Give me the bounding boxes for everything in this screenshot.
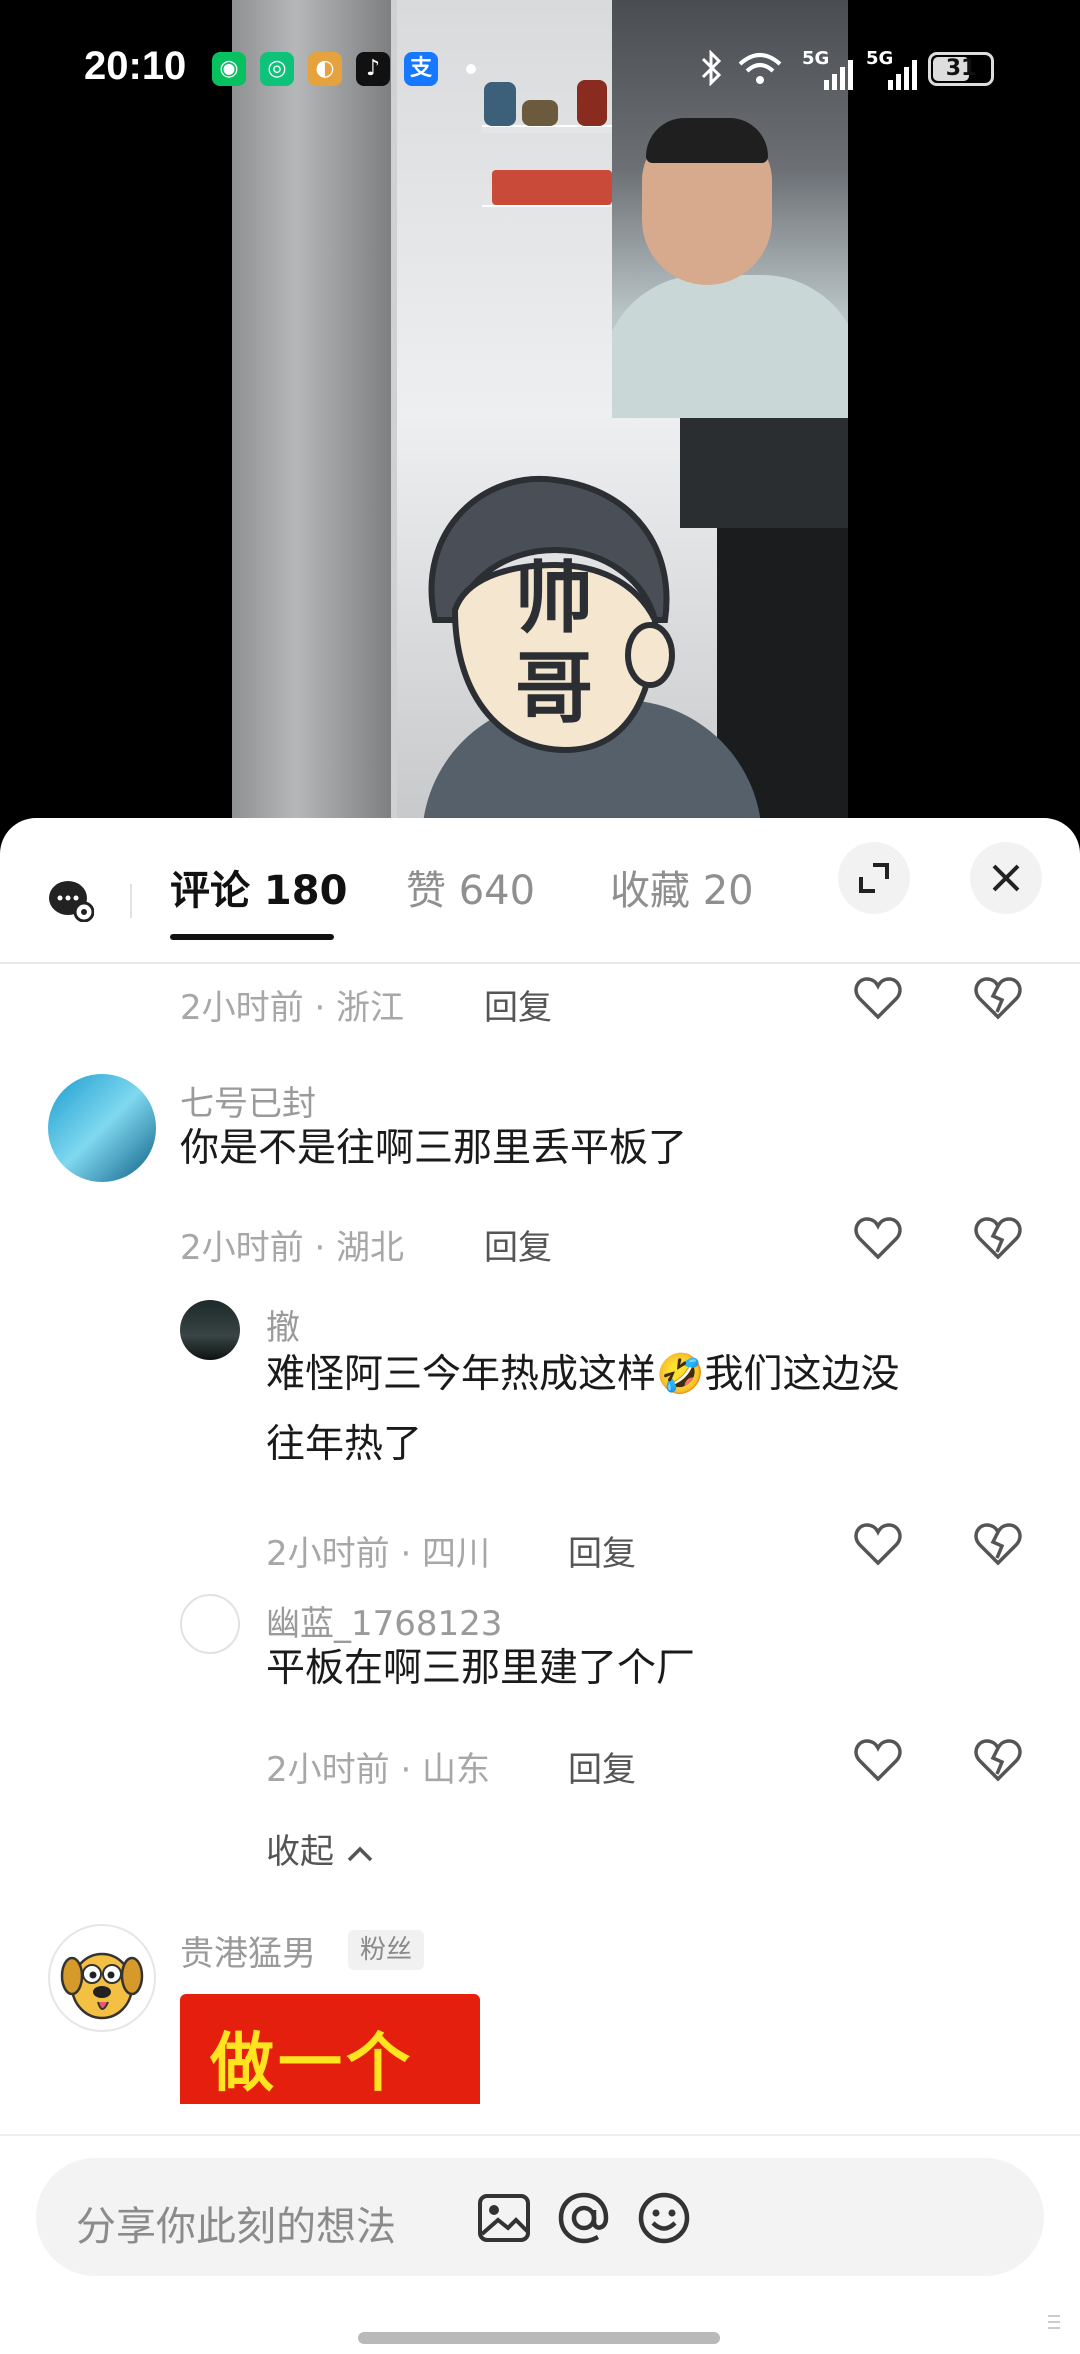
comment-input-placeholder: 分享你此刻的想法	[76, 2204, 396, 2250]
comment-input-bar: 分享你此刻的想法	[0, 2134, 1080, 2354]
bluetooth-icon	[701, 50, 722, 86]
wifi-icon	[738, 53, 782, 84]
sticker-text-2: 哥	[515, 644, 593, 734]
like-heart-icon[interactable]	[852, 1734, 904, 1786]
signal-icon	[888, 60, 917, 90]
expand-icon	[859, 863, 889, 893]
watermark-mark	[1048, 2315, 1060, 2329]
expand-button[interactable]	[838, 842, 910, 914]
reply-text-line2: 往年热了	[266, 1422, 423, 1467]
dislike-broken-heart-icon[interactable]	[972, 1212, 1024, 1264]
image-picker-icon[interactable]	[474, 2188, 534, 2248]
like-heart-icon[interactable]	[852, 972, 904, 1024]
tab-favorites[interactable]: 收藏 20	[610, 858, 754, 916]
tab-bar: 评论 180 赞 640 收藏 20	[0, 818, 1080, 964]
active-tab-indicator	[170, 934, 334, 940]
reply-meta: 2小时前 · 四川	[266, 1534, 491, 1574]
reply-text: 平板在啊三那里建了个厂	[266, 1646, 696, 1691]
reply-text-line1: 难怪阿三今年热成这样🤣我们这边没	[266, 1352, 900, 1397]
comment-list[interactable]: 2小时前 · 浙江 回复 七号已封 你是不是往啊三那里丢平板了 2小时前 · 湖…	[0, 964, 1080, 2134]
tiktok-icon: ♪	[356, 52, 390, 86]
comment-meta: 2小时前 · 湖北	[180, 1228, 405, 1268]
dog-avatar-icon	[60, 1952, 144, 2020]
comment-image-text: 做一个	[210, 2027, 414, 2101]
reply-button[interactable]: 回复	[484, 1220, 552, 1269]
collapse-replies-button[interactable]: 收起	[266, 1824, 375, 1873]
comment-text: 你是不是往啊三那里丢平板了	[180, 1126, 688, 1171]
signal-icon	[824, 60, 853, 90]
dislike-broken-heart-icon[interactable]	[972, 1734, 1024, 1786]
close-icon	[992, 864, 1020, 892]
app-icon: ◎	[260, 52, 294, 86]
notification-dot	[466, 64, 476, 74]
fan-badge: 粉丝	[348, 1930, 425, 1970]
emoji-icon[interactable]	[634, 2188, 694, 2248]
tab-separator	[130, 884, 132, 918]
comment-meta: 2小时前 · 浙江	[180, 988, 405, 1028]
reply-button[interactable]: 回复	[568, 1526, 636, 1575]
battery-level: 31	[945, 56, 977, 81]
cartoon-sticker: 帅 哥	[428, 475, 675, 754]
reply-button[interactable]: 回复	[568, 1742, 636, 1791]
mention-at-icon[interactable]	[554, 2188, 614, 2248]
sticker-text-1: 帅	[515, 554, 593, 644]
comment-image[interactable]: 做一个	[180, 1994, 480, 2104]
close-button[interactable]	[970, 842, 1042, 914]
alipay-icon: 支	[404, 52, 438, 86]
avatar[interactable]	[180, 1594, 240, 1654]
chat-settings-icon[interactable]	[48, 876, 94, 922]
like-heart-icon[interactable]	[852, 1518, 904, 1570]
avatar[interactable]	[48, 1924, 156, 2032]
dislike-broken-heart-icon[interactable]	[972, 972, 1024, 1024]
battery-icon: 31	[928, 52, 994, 86]
comment-sheet: 评论 180 赞 640 收藏 20 2小时前 · 浙江 回复 七号已封 你是不…	[0, 818, 1080, 2354]
dislike-broken-heart-icon[interactable]	[972, 1518, 1024, 1570]
comment-input[interactable]: 分享你此刻的想法	[36, 2158, 1044, 2276]
weibo-icon: ◐	[308, 52, 342, 86]
jar	[492, 170, 612, 205]
home-indicator[interactable]	[358, 2332, 720, 2344]
pip-lower-frame	[680, 418, 848, 528]
avatar[interactable]	[48, 1074, 156, 1182]
comment-username[interactable]: 贵港猛男	[180, 1926, 316, 1975]
wechat-icon: ◉	[212, 52, 246, 86]
tab-likes[interactable]: 赞 640	[406, 858, 535, 916]
collapse-label: 收起	[266, 1832, 334, 1872]
avatar[interactable]	[180, 1300, 240, 1360]
reply-button[interactable]: 回复	[484, 980, 552, 1029]
video-player[interactable]: 帅 哥 20:10 ◉ ◎ ◐ ♪ 支 5G 5G 31	[0, 0, 1080, 830]
chevron-up-icon	[347, 1846, 373, 1861]
pip-body	[612, 275, 848, 418]
status-bar: 20:10 ◉ ◎ ◐ ♪ 支 5G 5G 31	[0, 0, 1080, 140]
like-heart-icon[interactable]	[852, 1212, 904, 1264]
status-time: 20:10	[84, 44, 187, 88]
reply-meta: 2小时前 · 山东	[266, 1750, 491, 1790]
tab-comments[interactable]: 评论 180	[170, 858, 347, 916]
